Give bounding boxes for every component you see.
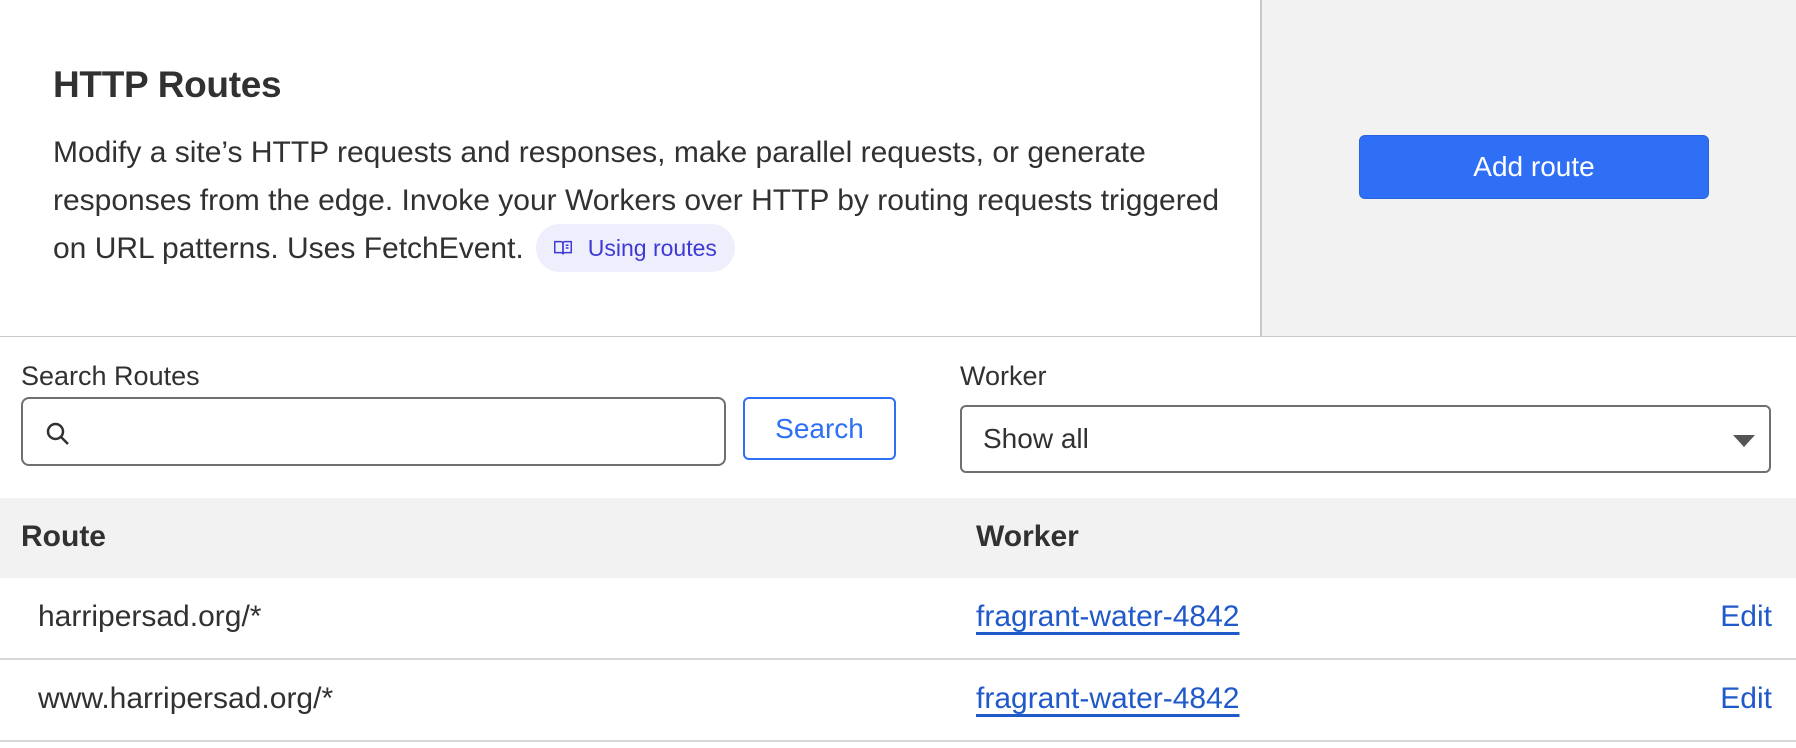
routes-table: Route Worker harripersad.org/* fragrant-… <box>0 498 1796 742</box>
column-header-route: Route <box>21 520 106 553</box>
filter-row: Search Routes Search Worker Show all <box>0 337 1796 498</box>
column-header-worker: Worker <box>976 520 1079 553</box>
route-pattern: harripersad.org/* <box>38 600 262 633</box>
chevron-down-icon <box>1733 435 1755 447</box>
worker-select[interactable]: Show all <box>960 405 1771 473</box>
search-button[interactable]: Search <box>743 397 896 460</box>
worker-link[interactable]: fragrant-water-4842 <box>976 600 1239 634</box>
add-route-button[interactable]: Add route <box>1359 135 1709 199</box>
routes-header-section: HTTP Routes Modify a site’s HTTP request… <box>0 0 1796 337</box>
edit-route-link[interactable]: Edit <box>1720 682 1772 716</box>
routes-intro: HTTP Routes Modify a site’s HTTP request… <box>0 0 1260 336</box>
using-routes-link[interactable]: Using routes <box>535 224 735 273</box>
table-row: www.harripersad.org/* fragrant-water-484… <box>0 660 1796 742</box>
worker-select-value: Show all <box>983 423 1089 454</box>
page-title: HTTP Routes <box>53 64 282 105</box>
search-routes-input[interactable] <box>87 407 707 457</box>
table-row: harripersad.org/* fragrant-water-4842 Ed… <box>0 578 1796 660</box>
worker-link[interactable]: fragrant-water-4842 <box>976 682 1239 716</box>
search-icon <box>46 422 69 445</box>
book-icon <box>553 240 572 255</box>
worker-filter-label: Worker <box>960 361 1047 391</box>
route-pattern: www.harripersad.org/* <box>38 682 334 715</box>
table-header: Route Worker <box>0 498 1796 578</box>
edit-route-link[interactable]: Edit <box>1720 600 1772 634</box>
action-panel: Add route <box>1260 0 1796 336</box>
search-routes-field[interactable] <box>21 397 726 466</box>
page-description: Modify a site’s HTTP requests and respon… <box>53 129 1243 274</box>
search-routes-label: Search Routes <box>21 361 200 391</box>
using-routes-label: Using routes <box>587 235 717 262</box>
